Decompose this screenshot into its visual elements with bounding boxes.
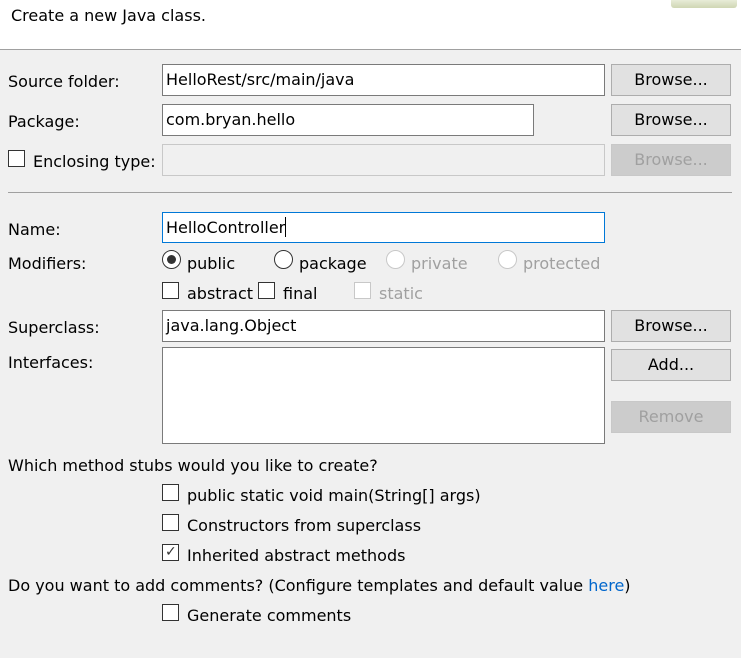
static-label: static: [379, 284, 423, 303]
constructors-checkbox[interactable]: [162, 514, 179, 531]
generate-comments-label: Generate comments: [187, 606, 352, 625]
method-stubs-question: Which method stubs would you like to cre…: [8, 456, 378, 475]
interfaces-add-button[interactable]: Add...: [611, 349, 731, 381]
header-separator: [0, 49, 741, 50]
class-name-value: HelloController: [166, 218, 286, 237]
comments-question-text: Do you want to add comments? (Configure …: [8, 576, 589, 595]
radio-dot-icon: [167, 255, 176, 264]
check-icon: ✓: [165, 544, 177, 560]
package-browse-button[interactable]: Browse...: [611, 104, 731, 136]
name-label: Name:: [8, 220, 61, 239]
enclosing-type-checkbox[interactable]: [8, 150, 25, 167]
package-label: Package:: [8, 112, 80, 131]
superclass-field[interactable]: java.lang.Object: [162, 310, 605, 342]
enclosing-type-browse-button: Browse...: [611, 144, 731, 176]
configure-templates-link[interactable]: here: [588, 576, 624, 595]
enclosing-type-label: Enclosing type:: [33, 152, 156, 171]
superclass-browse-button[interactable]: Browse...: [611, 310, 731, 342]
source-folder-browse-button[interactable]: Browse...: [611, 64, 731, 96]
wizard-description: Create a new Java class.: [11, 6, 206, 25]
private-radio: [386, 250, 405, 269]
interfaces-remove-button: Remove: [611, 401, 731, 433]
static-checkbox: [354, 282, 371, 299]
protected-radio: [498, 250, 517, 269]
main-method-label: public static void main(String[] args): [187, 486, 481, 505]
interfaces-list[interactable]: [162, 347, 605, 444]
main-method-checkbox[interactable]: [162, 484, 179, 501]
source-folder-field[interactable]: HelloRest/src/main/java: [162, 64, 605, 96]
inherited-methods-checkbox[interactable]: ✓: [162, 544, 179, 561]
source-folder-label: Source folder:: [8, 72, 120, 91]
superclass-label: Superclass:: [8, 318, 100, 337]
protected-label: protected: [523, 254, 601, 273]
private-label: private: [411, 254, 468, 273]
text-caret: [285, 217, 287, 237]
package-radio[interactable]: [274, 250, 293, 269]
package-field[interactable]: com.bryan.hello: [162, 104, 534, 136]
final-label: final: [283, 284, 318, 303]
class-name-field[interactable]: HelloController: [162, 212, 605, 243]
comments-question-suffix: ): [624, 576, 631, 595]
abstract-checkbox[interactable]: [162, 282, 179, 299]
wizard-banner-image: [671, 0, 737, 8]
inherited-methods-label: Inherited abstract methods: [187, 546, 406, 565]
public-radio[interactable]: [162, 250, 181, 269]
modifiers-label: Modifiers:: [8, 254, 87, 273]
public-label: public: [187, 254, 236, 273]
abstract-label: abstract: [187, 284, 254, 303]
package-modifier-label: package: [299, 254, 367, 273]
interfaces-label: Interfaces:: [8, 353, 94, 372]
comments-question: Do you want to add comments? (Configure …: [8, 576, 631, 595]
generate-comments-checkbox[interactable]: [162, 604, 179, 621]
section-separator: [8, 192, 732, 193]
constructors-label: Constructors from superclass: [187, 516, 422, 535]
enclosing-type-field: [162, 144, 605, 176]
final-checkbox[interactable]: [258, 282, 275, 299]
